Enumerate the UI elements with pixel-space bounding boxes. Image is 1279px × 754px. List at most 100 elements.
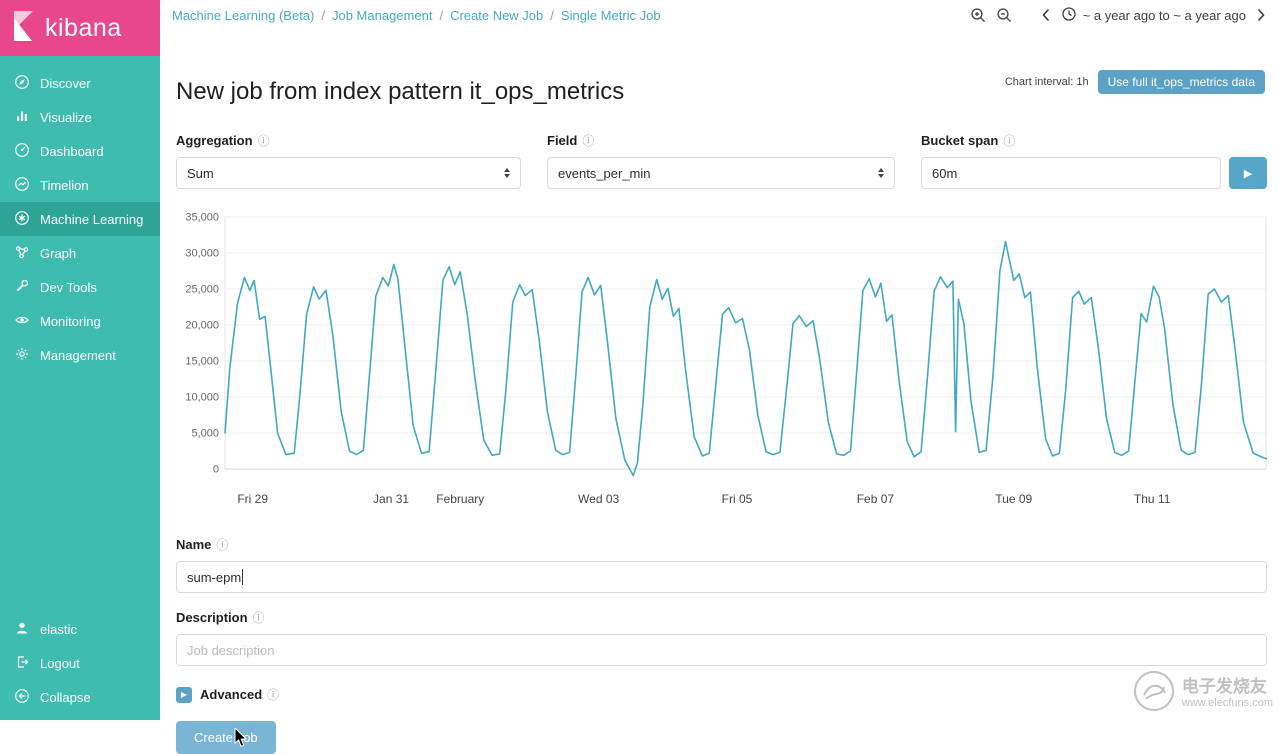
use-full-data-button[interactable]: Use full it_ops_metrics data (1098, 70, 1265, 94)
watermark: 电子发烧友 www.elecfuns.com (1132, 669, 1273, 718)
sidebar-item-timelion[interactable]: Timelion (0, 168, 160, 202)
bucket-span-value: 60m (932, 166, 957, 181)
x-tick-label: Fri 29 (237, 492, 268, 506)
y-tick-label: 5,000 (191, 428, 219, 440)
graph-icon (14, 244, 30, 263)
sidebar-item-label: Visualize (40, 110, 92, 125)
timelion-icon (14, 176, 30, 195)
breadcrumb-machine-learning[interactable]: Machine Learning (Beta) (172, 8, 314, 23)
info-icon: ⓘ (216, 536, 228, 553)
dashboard-icon (14, 142, 30, 161)
job-description-input[interactable]: Job description (176, 634, 1267, 666)
sidebar-item-label: Timelion (40, 178, 89, 193)
sidebar-item-machine-learning[interactable]: Machine Learning (0, 202, 160, 236)
breadcrumb-single-metric-job[interactable]: Single Metric Job (561, 8, 661, 23)
breadcrumb-job-management[interactable]: Job Management (332, 8, 432, 23)
visualize-icon (14, 108, 30, 127)
sidebar-item-label: Dev Tools (40, 280, 97, 295)
kibana-logo-icon (10, 10, 38, 47)
watermark-title: 电子发烧友 (1182, 677, 1273, 697)
run-preview-button[interactable]: ▶ (1229, 157, 1267, 189)
main-content: Chart interval: 1h Use full it_ops_metri… (160, 30, 1279, 720)
machine-learning-icon (14, 210, 30, 229)
sidebar-item-label: Dashboard (40, 144, 104, 159)
topbar-controls: ~ a year ago to ~ a year ago (970, 6, 1267, 25)
zoom-out-icon[interactable] (996, 7, 1013, 24)
info-icon: ⓘ (1003, 132, 1015, 149)
chart-toolbar: Chart interval: 1h Use full it_ops_metri… (1005, 70, 1265, 94)
bucket-span-label: Bucket span ⓘ (921, 132, 1267, 149)
sidebar-item-label: Discover (40, 76, 91, 91)
select-arrows-icon (504, 168, 510, 178)
breadcrumb-create-new-job[interactable]: Create New Job (450, 8, 543, 23)
previous-time-range-icon[interactable] (1040, 7, 1052, 23)
breadcrumb-separator: / (439, 8, 443, 23)
chart-svg: 05,00010,00015,00020,00025,00030,00035,0… (176, 211, 1267, 516)
field-label: Field ⓘ (547, 132, 895, 149)
x-tick-label: Tue 09 (995, 492, 1032, 506)
watermark-logo-icon (1132, 669, 1176, 718)
logout-icon (14, 654, 30, 673)
sidebar-item-label: Logout (40, 656, 80, 671)
sidebar-item-collapse[interactable]: Collapse (0, 680, 160, 714)
job-config-row: Aggregation ⓘ Sum Field ⓘ events_per_min… (176, 118, 1267, 189)
y-tick-label: 0 (213, 464, 219, 476)
sidebar-item-label: Collapse (40, 690, 91, 705)
watermark-url: www.elecfuns.com (1182, 697, 1273, 710)
sidebar-item-label: Graph (40, 246, 76, 261)
sidebar-item-graph[interactable]: Graph (0, 236, 160, 270)
field-select[interactable]: events_per_min (547, 157, 895, 189)
timepicker[interactable]: ~ a year ago to ~ a year ago (1061, 6, 1246, 25)
sidebar-item-label: Machine Learning (40, 212, 143, 227)
sidebar-item-monitoring[interactable]: Monitoring (0, 304, 160, 338)
create-job-row: Create Job (176, 721, 1267, 754)
breadcrumb-separator: / (321, 8, 325, 23)
create-job-button[interactable]: Create Job (176, 721, 276, 754)
collapse-icon (14, 688, 30, 707)
sidebar-item-discover[interactable]: Discover (0, 66, 160, 100)
zoom-in-icon[interactable] (970, 7, 987, 24)
y-tick-label: 35,000 (185, 212, 219, 224)
advanced-expand-button[interactable]: ▶ (176, 687, 192, 703)
sidebar-item-label: Monitoring (40, 314, 101, 329)
sidebar-item-management[interactable]: Management (0, 338, 160, 372)
next-time-range-icon[interactable] (1255, 7, 1267, 23)
kibana-logo[interactable]: kibana (0, 0, 160, 56)
select-arrows-icon (878, 168, 884, 178)
metric-chart[interactable]: 05,00010,00015,00020,00025,00030,00035,0… (176, 211, 1267, 516)
sidebar-item-dev-tools[interactable]: Dev Tools (0, 270, 160, 304)
advanced-section: ▶ Advanced ⓘ (176, 686, 1267, 703)
monitoring-icon (14, 312, 30, 331)
sidebar-item-label: elastic (40, 622, 77, 637)
x-tick-label: February (436, 492, 484, 506)
sidebar-item-dashboard[interactable]: Dashboard (0, 134, 160, 168)
y-tick-label: 10,000 (185, 392, 219, 404)
job-name-input[interactable]: sum-epm (176, 561, 1267, 593)
bucket-span-input[interactable]: 60m (921, 157, 1221, 189)
time-range-text: ~ a year ago to ~ a year ago (1083, 8, 1246, 23)
topbar: Machine Learning (Beta) / Job Management… (160, 0, 1279, 30)
kibana-wordmark: kibana (45, 14, 122, 43)
x-tick-label: Feb 07 (857, 492, 895, 506)
aggregation-value: Sum (187, 166, 214, 181)
job-description-placeholder: Job description (187, 643, 274, 658)
aggregation-label: Aggregation ⓘ (176, 132, 521, 149)
breadcrumb: Machine Learning (Beta) / Job Management… (172, 8, 661, 23)
sidebar-item-elastic-user[interactable]: elastic (0, 612, 160, 646)
sidebar-item-logout[interactable]: Logout (0, 646, 160, 680)
sidebar-item-visualize[interactable]: Visualize (0, 100, 160, 134)
name-label: Name ⓘ (176, 536, 1267, 553)
description-label: Description ⓘ (176, 609, 1267, 626)
info-icon: ⓘ (258, 132, 270, 149)
info-icon: ⓘ (253, 609, 265, 626)
x-tick-label: Thu 11 (1134, 492, 1171, 506)
aggregation-select[interactable]: Sum (176, 157, 521, 189)
x-tick-label: Wed 03 (578, 492, 619, 506)
advanced-label[interactable]: Advanced ⓘ (200, 686, 279, 703)
y-tick-label: 25,000 (185, 284, 219, 296)
y-tick-label: 15,000 (185, 356, 219, 368)
info-icon: ⓘ (267, 686, 279, 703)
field-value: events_per_min (558, 166, 651, 181)
x-tick-label: Jan 31 (373, 492, 409, 506)
sidebar: kibana Discover Visualize Dashboard Time… (0, 0, 160, 720)
